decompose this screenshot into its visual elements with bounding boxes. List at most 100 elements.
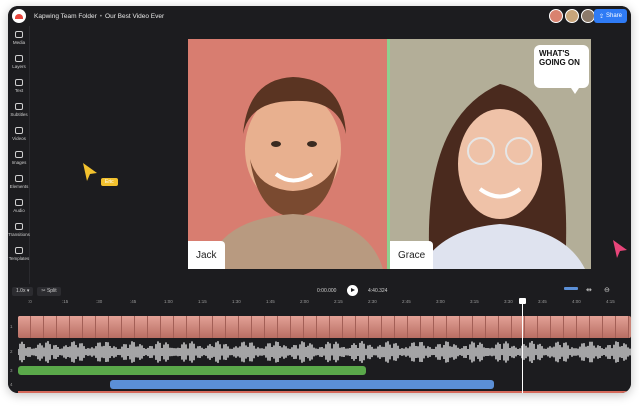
- sidebar-item-audio[interactable]: Audio: [8, 194, 30, 218]
- video-thumbnail: [200, 316, 213, 338]
- elements-icon: [15, 175, 23, 182]
- cursor-label-eric: Eric: [101, 178, 118, 186]
- sidebar-item-images[interactable]: Images: [8, 146, 30, 170]
- video-thumbnail: [148, 316, 161, 338]
- video-thumbnail: [122, 316, 135, 338]
- blue-track-clip[interactable]: [110, 380, 494, 389]
- ruler-tick: 3:45: [538, 299, 547, 304]
- speech-bubble[interactable]: WHAT'S GOING ON: [534, 45, 589, 94]
- timeline-controls: 1.0x ▾ ✂ Split 0:00.000 4:40.324 ⇹ ⊖: [8, 284, 631, 298]
- avatar[interactable]: [549, 9, 563, 23]
- sidebar-item-text[interactable]: Text: [8, 74, 30, 98]
- sidebar-item-subtitles[interactable]: Subtitles: [8, 98, 30, 122]
- name-tag-grace: Grace: [390, 241, 434, 269]
- sidebar-item-media[interactable]: Media: [8, 26, 30, 50]
- breadcrumb: Kapwing Team Folder • Our Best Video Ever: [34, 13, 164, 20]
- video-thumbnail: [473, 316, 486, 338]
- sidebar-item-elements[interactable]: Elements: [8, 170, 30, 194]
- split-button[interactable]: ✂ Split: [37, 286, 61, 296]
- timeline-tracks: 1 2 3 4: [8, 308, 631, 393]
- playhead[interactable]: [519, 298, 526, 393]
- video-thumbnail: [343, 316, 356, 338]
- name-tag-jack: Jack: [188, 241, 225, 269]
- track-number: 1: [10, 324, 13, 329]
- breadcrumb-project[interactable]: Our Best Video Ever: [105, 13, 164, 20]
- video-thumbnail: [265, 316, 278, 338]
- share-button[interactable]: ⇪ Share: [593, 9, 627, 23]
- video-preview[interactable]: Jack Grace WHAT'S GOING ON: [188, 39, 591, 269]
- ruler-tick: 1:45: [266, 299, 275, 304]
- audio-icon: [15, 199, 23, 206]
- breadcrumb-folder[interactable]: Kapwing Team Folder: [34, 13, 97, 20]
- video-thumbnail: [226, 316, 239, 338]
- transitions-icon: [15, 223, 23, 230]
- person-jack-image: [208, 77, 383, 269]
- cursor-yellow-icon: [83, 163, 97, 181]
- sidebar-item-label: Transitions: [8, 232, 30, 237]
- ruler-tick: 1:15: [198, 299, 207, 304]
- speed-selector[interactable]: 1.0x ▾: [12, 286, 34, 296]
- video-thumbnail: [317, 316, 330, 338]
- video-thumbnail: [369, 316, 382, 338]
- video-thumbnail: [460, 316, 473, 338]
- video-thumbnail: [434, 316, 447, 338]
- video-thumbnail: [421, 316, 434, 338]
- sidebar-item-label: Text: [14, 88, 24, 93]
- video-thumbnail: [96, 316, 109, 338]
- share-label: Share: [605, 13, 622, 19]
- play-button[interactable]: [347, 285, 358, 296]
- track-number: 3: [10, 368, 13, 373]
- video-thumbnail: [486, 316, 499, 338]
- video-right-panel: Grace WHAT'S GOING ON: [390, 39, 591, 269]
- avatar[interactable]: [565, 9, 579, 23]
- current-time: 0:00.000: [317, 288, 337, 294]
- track-number: 2: [10, 349, 13, 354]
- top-bar: Kapwing Team Folder • Our Best Video Ever …: [8, 6, 631, 26]
- ruler-tick: 3:30: [504, 299, 513, 304]
- sidebar-item-transitions[interactable]: Transitions: [8, 218, 30, 242]
- ruler-tick: 2:30: [368, 299, 377, 304]
- video-thumbnail: [564, 316, 577, 338]
- video-thumbnail: [291, 316, 304, 338]
- sidebar-item-layers[interactable]: Layers: [8, 50, 30, 74]
- fit-timeline-icon[interactable]: ⇹: [586, 286, 592, 294]
- sidebar-item-label: Layers: [12, 64, 26, 69]
- waveform-toggle-icon[interactable]: [564, 287, 578, 290]
- images-icon: [15, 151, 23, 158]
- share-icon: ⇪: [598, 13, 604, 20]
- video-thumbnail: [135, 316, 148, 338]
- ruler-tick: 2:45: [402, 299, 411, 304]
- avatar[interactable]: [581, 9, 595, 23]
- video-thumbnail: [395, 316, 408, 338]
- video-left-panel: Jack: [188, 39, 387, 269]
- video-thumbnail: [538, 316, 551, 338]
- timeline-ruler[interactable]: :0:15:30:45 1:00 1:15 1:30 1:45 2:00 2:15 2:30 2…: [8, 298, 631, 307]
- video-thumbnail: [57, 316, 70, 338]
- video-thumbnail: [31, 316, 44, 338]
- audio-track-waveform[interactable]: [18, 341, 631, 363]
- ruler-tick: 4:15: [606, 299, 615, 304]
- ruler-tick: :15: [62, 299, 69, 304]
- ruler-tick: 3:00: [436, 299, 445, 304]
- video-thumbnail: [590, 316, 603, 338]
- layers-icon: [15, 55, 23, 62]
- kapwing-logo[interactable]: [12, 9, 26, 23]
- zoom-icon[interactable]: ⊖: [604, 286, 610, 294]
- sidebar-item-templates[interactable]: Templates: [8, 242, 30, 266]
- ruler-tick: :30: [96, 299, 103, 304]
- collaborator-avatars: [549, 9, 595, 23]
- video-thumbnail: [70, 316, 83, 338]
- video-thumbnail: [525, 316, 538, 338]
- subtitles-icon: [15, 103, 23, 110]
- sidebar-item-label: Audio: [13, 208, 25, 213]
- track-number: 4: [10, 382, 13, 387]
- ruler-tick: 1:00: [164, 299, 173, 304]
- red-track-clip[interactable]: [18, 391, 631, 393]
- video-thumbnail: [278, 316, 291, 338]
- split-label: Split: [46, 288, 57, 294]
- canvas-area[interactable]: Jack Grace WHAT'S GOING ON Eric: [31, 26, 631, 284]
- video-track-clip[interactable]: [18, 316, 631, 338]
- green-track-clip[interactable]: [18, 366, 366, 375]
- sidebar-item-videos[interactable]: Videos: [8, 122, 30, 146]
- speed-value: 1.0x: [16, 288, 26, 294]
